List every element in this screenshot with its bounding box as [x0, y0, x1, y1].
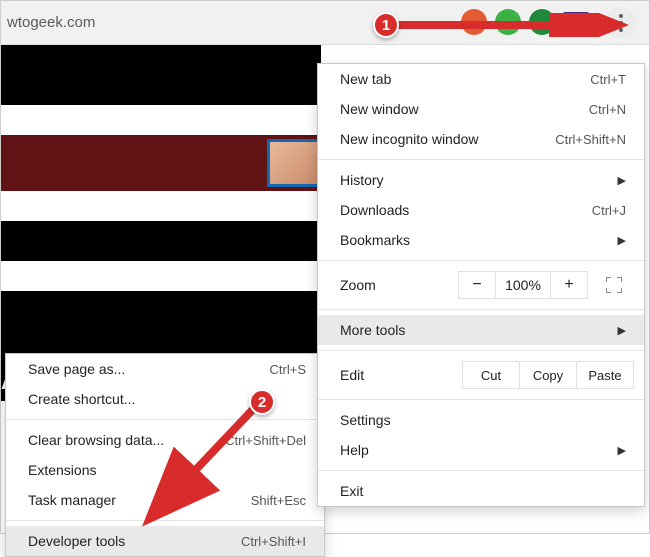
- chevron-right-icon: ▶: [618, 234, 626, 247]
- submenu-item-save-page[interactable]: Save page as...Ctrl+S: [6, 354, 324, 384]
- menu-item-new-incognito[interactable]: New incognito windowCtrl+Shift+N: [318, 124, 644, 154]
- menu-item-edit: Edit Cut Copy Paste: [318, 356, 644, 394]
- menu-item-downloads[interactable]: DownloadsCtrl+J: [318, 195, 644, 225]
- extension-icons: 8: [461, 9, 589, 35]
- menu-separator: [6, 520, 324, 521]
- edit-copy-button[interactable]: Copy: [519, 361, 577, 389]
- menu-item-history[interactable]: History▶: [318, 165, 644, 195]
- callout-badge-1: 1: [373, 12, 399, 38]
- chevron-right-icon: ▶: [618, 444, 626, 457]
- chrome-menu-button[interactable]: [605, 7, 637, 39]
- zoom-in-button[interactable]: +: [550, 271, 588, 299]
- submenu-item-task-manager[interactable]: Task managerShift+Esc: [6, 485, 324, 515]
- menu-item-exit[interactable]: Exit: [318, 476, 644, 506]
- extension-icon[interactable]: [495, 9, 521, 35]
- menu-separator: [318, 399, 644, 400]
- chevron-right-icon: ▶: [618, 174, 626, 187]
- kebab-dot-icon: [619, 28, 623, 32]
- menu-item-bookmarks[interactable]: Bookmarks▶: [318, 225, 644, 255]
- chevron-right-icon: ▶: [618, 324, 626, 337]
- menu-item-new-window[interactable]: New windowCtrl+N: [318, 94, 644, 124]
- submenu-item-clear-data[interactable]: Clear browsing data...Ctrl+Shift+Del: [6, 425, 324, 455]
- chrome-main-menu: New tabCtrl+T New windowCtrl+N New incog…: [317, 63, 645, 507]
- more-tools-submenu: Save page as...Ctrl+S Create shortcut...…: [5, 353, 325, 557]
- fullscreen-icon: [606, 277, 622, 293]
- menu-item-zoom: Zoom − 100% +: [318, 266, 644, 304]
- kebab-dot-icon: [619, 21, 623, 25]
- submenu-item-extensions[interactable]: Extensions: [6, 455, 324, 485]
- fullscreen-button[interactable]: [594, 271, 634, 299]
- callout-badge-2: 2: [249, 389, 275, 415]
- article-thumbnail: [267, 139, 321, 187]
- url-text: wtogeek.com: [1, 14, 95, 31]
- address-bar: wtogeek.com 8: [1, 1, 649, 45]
- zoom-value: 100%: [495, 271, 551, 299]
- extension-icon[interactable]: [461, 9, 487, 35]
- menu-item-new-tab[interactable]: New tabCtrl+T: [318, 64, 644, 94]
- menu-separator: [6, 419, 324, 420]
- menu-separator: [318, 260, 644, 261]
- menu-item-help[interactable]: Help▶: [318, 435, 644, 465]
- extension-icon[interactable]: [529, 9, 555, 35]
- menu-separator: [318, 159, 644, 160]
- menu-separator: [318, 350, 644, 351]
- extension-badge[interactable]: 8: [563, 12, 589, 32]
- menu-item-more-tools[interactable]: More tools▶: [318, 315, 644, 345]
- menu-separator: [318, 309, 644, 310]
- edit-cut-button[interactable]: Cut: [462, 361, 520, 389]
- submenu-item-create-shortcut[interactable]: Create shortcut...: [6, 384, 324, 414]
- edit-paste-button[interactable]: Paste: [576, 361, 634, 389]
- menu-item-settings[interactable]: Settings: [318, 405, 644, 435]
- submenu-item-developer-tools[interactable]: Developer toolsCtrl+Shift+I: [6, 526, 324, 556]
- kebab-dot-icon: [619, 14, 623, 18]
- menu-separator: [318, 470, 644, 471]
- zoom-out-button[interactable]: −: [458, 271, 496, 299]
